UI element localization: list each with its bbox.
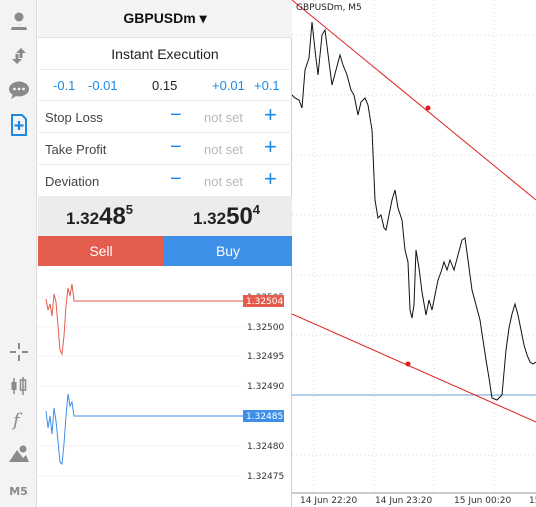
sell-button[interactable]: Sell [38,236,164,266]
take-profit-plus-button[interactable]: + [264,136,277,158]
tick-chart-grid [38,296,243,477]
timeframe-button[interactable]: M5 [0,478,37,504]
buy-price-tag-text: 1.32485 [246,412,283,422]
quotes-bar: 1.32485 1.32504 [38,196,292,236]
deviation-label: Deviation [45,174,100,189]
price-tick-label: 1.32490 [247,382,284,392]
price-line [291,21,536,401]
stop-loss-value[interactable]: not set [204,110,243,125]
deviation-value[interactable]: not set [204,174,243,189]
volume-plus-small-button[interactable]: +0.01 [212,78,245,93]
stop-loss-plus-button[interactable]: + [264,104,277,126]
crosshair-icon[interactable] [0,339,37,365]
stop-loss-minus-button[interactable]: − [170,105,182,125]
price-chart-grid [292,0,536,493]
indicator-icon[interactable]: f [0,407,37,433]
buy-button[interactable]: Buy [164,236,292,266]
chart-title: GBPUSDm, M5 [296,3,362,13]
price-tick-label: 1.32500 [247,323,284,333]
ask-price: 1.32504 [193,202,261,230]
price-tick-label: 1.32475 [247,472,284,482]
execution-type[interactable]: Instant Execution [38,38,292,70]
volume-minus-small-button[interactable]: -0.01 [88,78,118,93]
take-profit-label: Take Profit [45,142,107,157]
volume-value[interactable]: 0.15 [152,78,177,93]
bid-price: 1.32485 [66,202,134,230]
time-tick-label: 14 Jun 22:20 [300,496,357,506]
time-tick-label: 15 [529,496,536,506]
deviation-minus-button[interactable]: − [170,169,182,189]
deviation-plus-button[interactable]: + [264,168,277,190]
volume-row: -0.1 -0.01 0.15 +0.01 +0.1 [38,70,292,101]
sell-tick-line [45,283,243,356]
lower-trendline-anchor[interactable] [405,361,411,367]
time-tick-label: 14 Jun 23:20 [375,496,432,506]
take-profit-row: Take Profit − not set + [38,133,292,165]
time-tick-label: 15 Jun 00:20 [454,496,511,506]
timeframe-label: M5 [9,484,28,498]
take-profit-value[interactable]: not set [204,142,243,157]
buy-tick-line [45,393,243,466]
sell-price-tag-text: 1.32504 [246,297,283,307]
price-chart-canvas: 14 Jun 22:20 14 Jun 23:20 15 Jun 00:20 1… [291,0,536,506]
objects-icon[interactable] [0,441,37,467]
price-tick-label: 1.32480 [247,442,284,452]
stop-loss-row: Stop Loss − not set + [38,101,292,133]
price-chart[interactable]: 14 Jun 22:20 14 Jun 23:20 15 Jun 00:20 1… [291,0,536,507]
left-toolbar: f M5 [0,0,37,507]
volume-plus-large-button[interactable]: +0.1 [254,78,280,93]
new-order-icon[interactable] [0,112,37,138]
volume-minus-large-button[interactable]: -0.1 [53,78,75,93]
upper-trendline[interactable] [291,0,536,201]
take-profit-minus-button[interactable]: − [170,137,182,157]
deviation-row: Deviation − not set + [38,165,292,197]
upper-trendline-anchor[interactable] [425,105,431,111]
lower-trendline[interactable] [291,313,536,423]
price-tick-label: 1.32495 [247,352,284,362]
candlestick-icon[interactable] [0,373,37,399]
transfer-icon[interactable] [0,43,37,69]
tick-chart: 1.32505 1.32500 1.32495 1.32490 1.32480 … [38,283,284,482]
account-icon[interactable] [0,8,37,34]
order-panel: GBPUSDm ▾ Instant Execution -0.1 -0.01 0… [38,0,292,507]
symbol-selector[interactable]: GBPUSDm ▾ [38,0,292,38]
stop-loss-label: Stop Loss [45,110,103,125]
chat-icon[interactable] [0,77,37,103]
svg-text:f: f [11,410,23,431]
